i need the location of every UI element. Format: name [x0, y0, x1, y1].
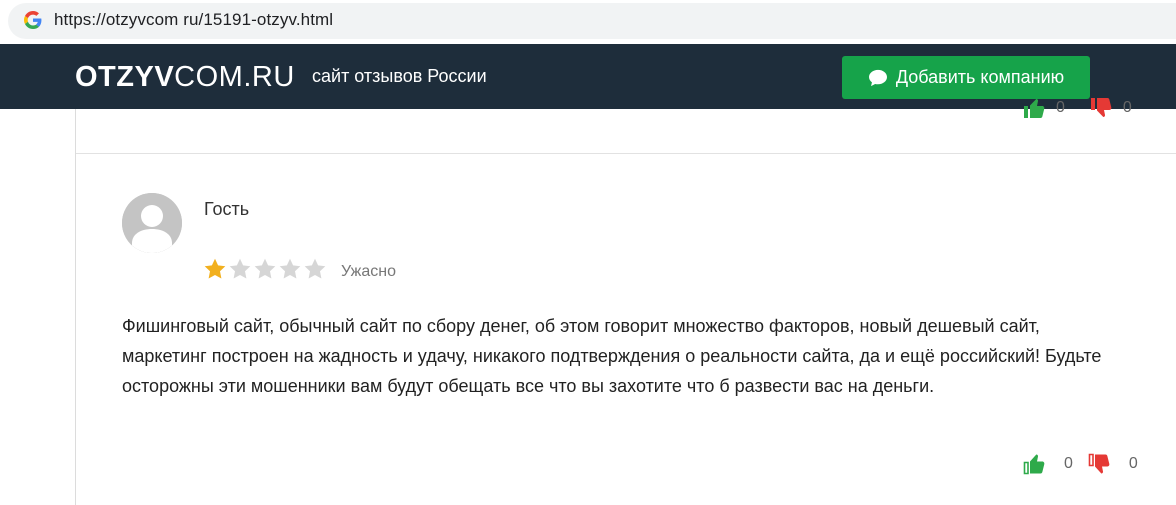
star-filled-icon	[204, 258, 226, 279]
thumbs-down-icon[interactable]	[1087, 452, 1111, 476]
url-text[interactable]: https://otzyvcom ru/15191-otzyv.html	[54, 10, 333, 30]
review-author: Гость	[204, 199, 250, 219]
thumbs-up-icon[interactable]	[1022, 96, 1046, 120]
avatar	[122, 193, 182, 253]
review-text: Фишинговый сайт, обычный сайт по сбору д…	[122, 316, 1102, 396]
rating-label: Ужасно	[341, 263, 396, 280]
star-empty-icon	[254, 258, 276, 279]
browser-address-bar: https://otzyvcom ru/15191-otzyv.html	[0, 0, 1176, 44]
dislikes-count: 0	[1128, 455, 1138, 472]
thumbs-up-icon[interactable]	[1022, 452, 1046, 476]
star-rating	[203, 257, 327, 281]
previous-likes-count: 0	[1056, 99, 1065, 116]
likes-count: 0	[1064, 455, 1073, 472]
content-left-border	[75, 109, 76, 505]
star-empty-icon	[229, 258, 251, 279]
google-icon	[24, 11, 42, 29]
star-empty-icon	[304, 258, 326, 279]
site-logo[interactable]: OTZYVCOM.RU	[75, 61, 295, 93]
review-divider	[76, 153, 1176, 154]
logo-thin: COM.RU	[174, 61, 295, 93]
site-tagline: сайт отзывов России	[312, 66, 487, 86]
add-company-button[interactable]: Добавить компанию	[842, 56, 1090, 99]
logo-bold: OTZYV	[75, 61, 175, 93]
user-silhouette-icon	[122, 193, 182, 253]
review-votes: 0 0	[1022, 452, 1152, 476]
thumbs-down-icon[interactable]	[1089, 96, 1113, 120]
star-empty-icon	[279, 258, 301, 279]
previous-dislikes-count: 0	[1122, 99, 1132, 116]
previous-review-votes: 0 0	[1022, 96, 1132, 120]
chat-bubble-icon	[868, 69, 887, 86]
site-header: OTZYVCOM.RU сайт отзывов России Добавить…	[0, 44, 1176, 109]
add-company-label: Добавить компанию	[895, 67, 1065, 87]
